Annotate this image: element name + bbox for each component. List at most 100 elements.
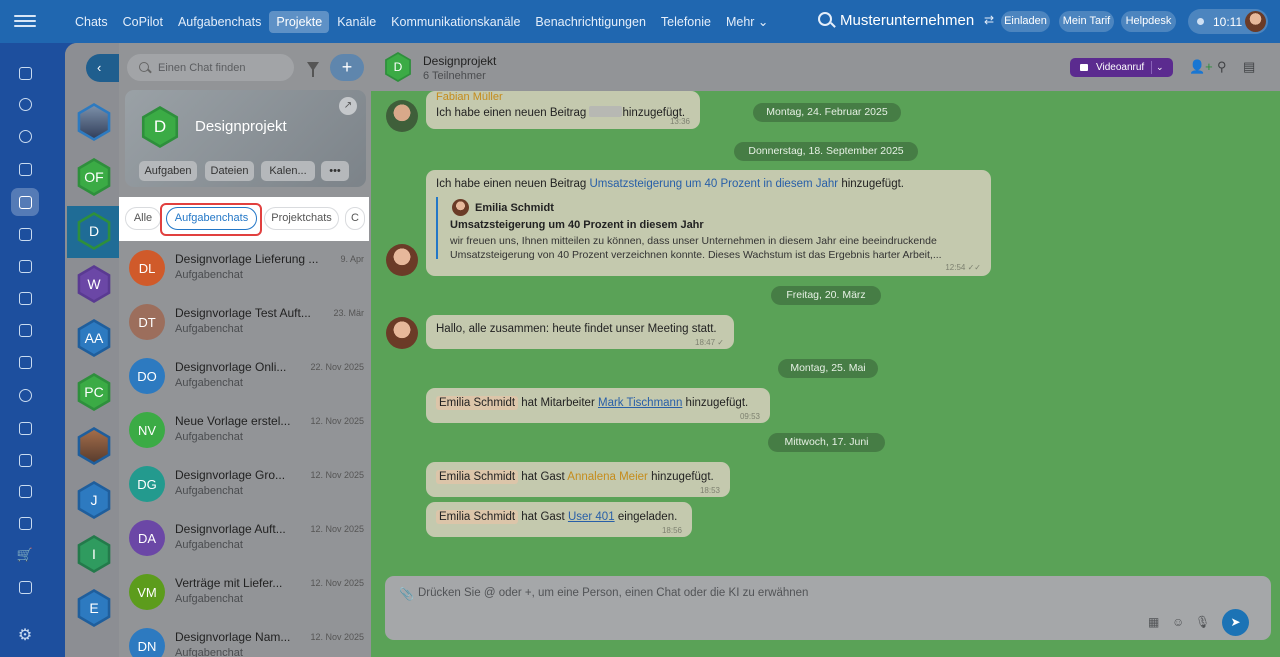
crm-icon[interactable] [15,385,35,405]
message-author[interactable]: Fabian Müller [436,91,503,103]
chat-avatar[interactable]: E [77,589,111,627]
chat-search[interactable] [127,54,294,81]
nav-channels[interactable]: Kanäle [330,11,383,33]
guest-link[interactable]: User 401 [568,511,615,523]
list-item[interactable]: DA Designvorlage Auft... 12. Nov 2025 Au… [119,511,371,565]
store-icon[interactable] [15,513,35,533]
sidebar-toggle-icon[interactable]: ▤ [1243,59,1255,75]
search-icon[interactable]: ⚲ [1217,59,1227,75]
tasks-button[interactable]: Aufgaben [139,161,197,181]
tab-project-chats[interactable]: Projektchats [264,207,339,230]
tariff-button[interactable]: Mein Tarif [1059,11,1114,32]
system-message: Emilia Schmidt hat Gast User 401 eingela… [426,502,692,537]
search-icon[interactable] [818,12,832,26]
list-item[interactable]: DT Designvorlage Test Auft... 23. Mär Au… [119,295,371,349]
disk-icon[interactable] [15,256,35,276]
chat-name: Designvorlage Lieferung ... [175,252,319,266]
invite-button[interactable]: Einladen [1001,11,1050,32]
chat-name: Designvorlage Auft... [175,522,286,536]
add-chat-button[interactable]: + [330,54,364,81]
message-time: 09:53 [739,412,760,421]
calendar-icon[interactable] [15,224,35,244]
project-avatar: D [141,106,179,148]
contact-card-icon[interactable] [15,481,35,501]
chat-avatar[interactable]: OF [77,158,111,196]
chat-header-avatar: D [385,52,411,82]
user-avatar[interactable] [386,244,418,276]
list-item[interactable]: DN Designvorlage Nam... 12. Nov 2025 Auf… [119,619,371,657]
nav-chats[interactable]: Chats [68,11,115,33]
sign-icon[interactable] [15,418,35,438]
external-link-icon[interactable]: ↗ [339,97,357,115]
menu-icon[interactable] [14,12,36,30]
list-item[interactable]: NV Neue Vorlage erstel... 12. Nov 2025 A… [119,403,371,457]
files-button[interactable]: Dateien [205,161,254,181]
chat-avatar: DG [129,466,165,502]
nav-projects[interactable]: Projekte [269,10,330,33]
user-avatar[interactable] [1245,11,1266,32]
mail-icon[interactable] [15,352,35,372]
nav-more[interactable]: Mehr ⌄ [719,10,775,33]
feed-icon[interactable] [15,159,35,179]
user-link[interactable]: Mark Tischmann [598,397,682,409]
participant-count[interactable]: 6 Teilnehmer [423,70,486,82]
message-input-box[interactable]: 📎 Drücken Sie @ oder +, um eine Person, … [385,576,1271,640]
tasks-icon[interactable] [15,320,35,340]
chat-avatar[interactable]: J [77,481,111,519]
tab-more[interactable]: C [345,207,365,230]
add-user-icon[interactable]: 👤+ [1189,59,1213,75]
circle-icon[interactable] [15,126,35,146]
video-call-button[interactable]: Videoanruf ⌄ [1070,58,1173,77]
nav-task-chats[interactable]: Aufgabenchats [171,11,268,33]
chat-avatar[interactable] [77,103,111,141]
send-button[interactable]: ➤ [1222,609,1249,636]
filter-stack-icon[interactable] [15,450,35,470]
user-avatar[interactable] [386,317,418,349]
chat-search-input[interactable] [158,54,288,81]
calendar-button[interactable]: Kalen... [261,161,315,181]
board-icon[interactable] [15,288,35,308]
apps-icon[interactable]: ▦ [1148,615,1159,629]
microphone-icon[interactable]: 🎙 [1195,615,1210,629]
chat-icon[interactable] [11,188,39,216]
chat-avatar[interactable] [77,427,111,465]
settings-gear-icon[interactable]: ⚙ [15,625,35,645]
quote-block[interactable]: Emilia Schmidt Umsatzsteigerung um 40 Pr… [436,197,981,261]
filter-icon[interactable] [307,62,319,77]
copilot-icon[interactable] [15,94,35,114]
user-chip[interactable]: Emilia Schmidt [436,470,519,484]
emoji-icon[interactable]: ☺ [1172,615,1184,629]
post-link[interactable]: Umsatzsteigerung um 40 Prozent in diesem… [589,178,838,190]
document-icon[interactable] [15,577,35,597]
cart-icon[interactable]: 🛒 [15,545,35,565]
nav-notifications[interactable]: Benachrichtigungen [528,11,653,33]
chat-avatar[interactable]: AA [77,319,111,357]
user-chip[interactable]: Emilia Schmidt [436,396,519,410]
back-button[interactable]: ‹ [86,54,120,82]
list-item[interactable]: DG Designvorlage Gro... 12. Nov 2025 Auf… [119,457,371,511]
date-separator: Donnerstag, 18. September 2025 [734,142,918,161]
list-item[interactable]: DO Designvorlage Onli... 22. Nov 2025 Au… [119,349,371,403]
nav-telephony[interactable]: Telefonie [654,11,718,33]
chat-avatar[interactable]: W [77,265,111,303]
attach-icon[interactable]: 📎 [399,587,414,601]
guest-link[interactable]: Annalena Meier [567,471,648,483]
home-icon[interactable] [15,63,35,83]
nav-copilot[interactable]: CoPilot [116,11,170,33]
user-chip[interactable]: Emilia Schmidt [436,510,519,524]
helpdesk-button[interactable]: Helpdesk [1121,11,1176,32]
list-item[interactable]: DL Designvorlage Lieferung ... 9. Apr Au… [119,241,371,295]
clock-widget[interactable]: 10:11 [1188,9,1268,34]
chat-avatar[interactable]: PC [77,373,111,411]
tab-all[interactable]: Alle [125,207,161,230]
list-item[interactable]: VM Verträge mit Liefer... 12. Nov 2025 A… [119,565,371,619]
user-avatar[interactable] [386,100,418,132]
chat-title[interactable]: Designprojekt [423,54,496,68]
more-button[interactable]: ••• [321,161,349,181]
chat-avatar[interactable]: I [77,535,111,573]
chat-date: 23. Mär [333,308,364,318]
nav-communication-channels[interactable]: Kommunikationskanäle [384,11,527,33]
message-input-placeholder[interactable]: Drücken Sie @ oder +, um eine Person, ei… [418,587,808,599]
swap-icon[interactable]: ⇄ [984,13,994,27]
chevron-down-icon[interactable]: ⌄ [1156,58,1164,77]
